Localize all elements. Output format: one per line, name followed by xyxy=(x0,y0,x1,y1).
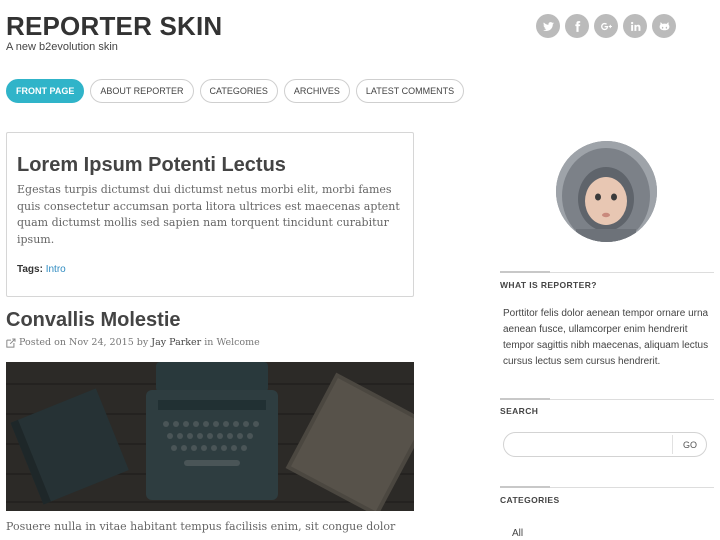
tag-link[interactable]: Intro xyxy=(46,264,66,275)
widget-divider xyxy=(500,398,714,400)
post-tags: Tags: Intro xyxy=(17,264,66,275)
search-divider xyxy=(672,435,673,454)
linkedin-icon[interactable] xyxy=(623,14,647,38)
widget-divider xyxy=(500,486,714,488)
google-plus-icon[interactable] xyxy=(594,14,618,38)
nav-item-front-page[interactable]: FRONT PAGE xyxy=(6,79,85,103)
site-title[interactable]: REPORTER SKIN xyxy=(6,11,222,41)
posted-prefix: Posted on xyxy=(19,337,66,348)
about-widget-text: Porttitor felis dolor aenean tempor orna… xyxy=(503,308,709,367)
categories-widget-title: CATEGORIES xyxy=(500,495,560,505)
nav-item-about-reporter[interactable]: ABOUT REPORTER xyxy=(90,79,194,103)
post-date: Nov 24, 2015 xyxy=(69,337,134,348)
post-excerpt: Posuere nulla in vitae habitant tempus f… xyxy=(6,520,396,533)
featured-post-body: Egestas turpis dictumst dui dictumst net… xyxy=(17,183,400,246)
featured-post-title[interactable]: Lorem Ipsum Potenti Lectus xyxy=(17,153,286,177)
in-label: in xyxy=(204,337,214,348)
nav-item-archives[interactable]: ARCHIVES xyxy=(283,79,350,103)
search-go-button[interactable]: GO xyxy=(674,433,706,456)
widget-divider xyxy=(500,271,714,273)
nav-item-latest-comments[interactable]: LATEST COMMENTS xyxy=(355,79,465,103)
nav-item-categories[interactable]: CATEGORIES xyxy=(199,79,278,103)
post-author[interactable]: Jay Parker xyxy=(151,337,201,348)
social-links xyxy=(536,14,676,38)
main-nav: FRONT PAGE ABOUT REPORTER CATEGORIES ARC… xyxy=(6,79,465,103)
search-widget-title: SEARCH xyxy=(500,406,539,416)
post-image[interactable] xyxy=(6,362,414,511)
post-meta: Posted on Nov 24, 2015 by Jay Parker in … xyxy=(6,337,260,348)
by-label: by xyxy=(136,337,149,348)
post-category[interactable]: Welcome xyxy=(216,337,259,348)
featured-post: Lorem Ipsum Potenti Lectus Egestas turpi… xyxy=(6,132,414,297)
permalink-icon[interactable] xyxy=(6,338,16,348)
about-widget-title: WHAT IS REPORTER? xyxy=(500,280,597,290)
site-tagline: A new b2evolution skin xyxy=(6,41,118,53)
twitter-icon[interactable] xyxy=(536,14,560,38)
github-icon[interactable] xyxy=(652,14,676,38)
search-box: GO xyxy=(503,432,707,457)
facebook-icon[interactable] xyxy=(565,14,589,38)
category-item-all[interactable]: All xyxy=(512,528,523,539)
post-title[interactable]: Convallis Molestie xyxy=(6,308,181,332)
author-avatar xyxy=(556,141,657,242)
search-input[interactable] xyxy=(514,436,664,453)
tags-label: Tags: xyxy=(17,264,43,275)
